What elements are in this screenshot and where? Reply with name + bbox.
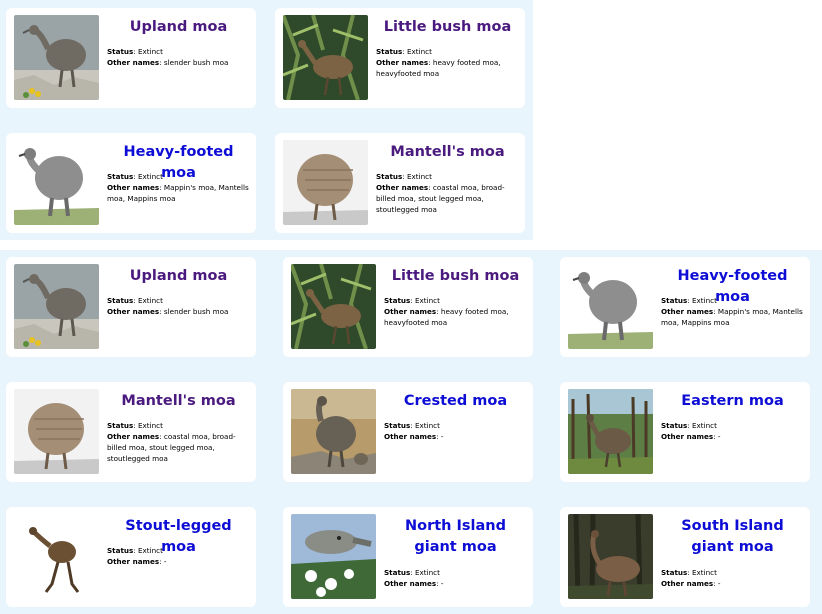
moa-card-mantells[interactable]: Mantell's moa Status: Extinct Other name…	[275, 133, 525, 233]
other-names-row: Other names: -	[661, 432, 721, 441]
other-names-value: slender bush moa	[163, 307, 229, 316]
heavy-footed-moa-image	[568, 264, 653, 349]
other-names-value: -	[440, 432, 444, 441]
status-value: Extinct	[415, 421, 440, 430]
status-value: Extinct	[692, 296, 717, 305]
other-names-row: Other names: Mappin's moa, Mantells moa,…	[107, 183, 249, 203]
moa-card-north-island-giant[interactable]: North Island giant moa Status: Extinct O…	[283, 507, 533, 607]
other-names-row: Other names: Mappin's moa, Mantells moa,…	[661, 307, 803, 327]
other-names-row: Other names: heavy footed moa, heavyfoot…	[376, 58, 501, 78]
moa-meta: Status: Extinct Other names: heavy foote…	[384, 295, 529, 328]
moa-meta: Status: Extinct Other names: -	[661, 420, 806, 442]
status-row: Status: Extinct	[661, 296, 717, 305]
moa-card-upland[interactable]: Upland moa Status: Extinct Other names: …	[6, 8, 256, 108]
other-names-value: slender bush moa	[163, 58, 229, 67]
other-names-row: Other names: -	[384, 432, 444, 441]
south-island-giant-moa-image	[568, 514, 653, 599]
status-row: Status: Extinct	[661, 568, 717, 577]
moa-meta: Status: Extinct Other names: coastal moa…	[107, 420, 252, 464]
status-row: Status: Extinct	[384, 421, 440, 430]
moa-meta: Status: Extinct Other names: slender bus…	[107, 295, 252, 317]
moa-meta: Status: Extinct Other names: -	[384, 420, 529, 442]
little-bush-moa-image	[283, 15, 368, 100]
other-names-row: Other names: slender bush moa	[107, 58, 229, 67]
other-names-row: Other names: heavy footed moa, heavyfoot…	[384, 307, 509, 327]
upland-moa-image	[14, 15, 99, 100]
moa-card-heavy-footed[interactable]: Heavy-footed moa Status: Extinct Other n…	[560, 257, 810, 357]
moa-name[interactable]: Eastern moa	[660, 391, 805, 412]
moa-meta: Status: Extinct Other names: Mappin's mo…	[661, 295, 806, 328]
moa-card-mantells[interactable]: Mantell's moa Status: Extinct Other name…	[6, 382, 256, 482]
moa-meta: Status: Extinct Other names: -	[661, 567, 806, 589]
other-names-row: Other names: -	[107, 557, 167, 566]
status-row: Status: Extinct	[384, 296, 440, 305]
crested-moa-image	[291, 389, 376, 474]
north-island-giant-moa-image	[291, 514, 376, 599]
moa-card-little-bush[interactable]: Little bush moa Status: Extinct Other na…	[283, 257, 533, 357]
moa-card-heavy-footed[interactable]: Heavy-footed moa Status: Extinct Other n…	[6, 133, 256, 233]
status-value: Extinct	[138, 546, 163, 555]
status-row: Status: Extinct	[107, 546, 163, 555]
status-value: Extinct	[138, 421, 163, 430]
moa-meta: Status: Extinct Other names: heavy foote…	[376, 46, 521, 79]
status-row: Status: Extinct	[107, 421, 163, 430]
moa-meta: Status: Extinct Other names: -	[107, 545, 252, 567]
status-value: Extinct	[407, 47, 432, 56]
moa-card-south-island-giant[interactable]: South Island giant moa Status: Extinct O…	[560, 507, 810, 607]
status-row: Status: Extinct	[376, 172, 432, 181]
top-grid-panel: Upland moa Status: Extinct Other names: …	[0, 0, 533, 240]
other-names-row: Other names: coastal moa, broad-billed m…	[107, 432, 236, 463]
status-row: Status: Extinct	[661, 421, 717, 430]
moa-meta: Status: Extinct Other names: slender bus…	[107, 46, 252, 68]
status-value: Extinct	[138, 172, 163, 181]
moa-meta: Status: Extinct Other names: -	[384, 567, 529, 589]
moa-card-stout-legged[interactable]: Stout-legged moa Status: Extinct Other n…	[6, 507, 256, 607]
moa-name[interactable]: South Island giant moa	[660, 516, 805, 558]
other-names-value: -	[440, 579, 444, 588]
status-row: Status: Extinct	[107, 296, 163, 305]
status-value: Extinct	[692, 568, 717, 577]
other-names-row: Other names: -	[661, 579, 721, 588]
moa-name[interactable]: Little bush moa	[375, 17, 520, 38]
moa-card-crested[interactable]: Crested moa Status: Extinct Other names:…	[283, 382, 533, 482]
status-value: Extinct	[407, 172, 432, 181]
moa-card-little-bush[interactable]: Little bush moa Status: Extinct Other na…	[275, 8, 525, 108]
status-value: Extinct	[692, 421, 717, 430]
other-names-row: Other names: slender bush moa	[107, 307, 229, 316]
moa-card-eastern[interactable]: Eastern moa Status: Extinct Other names:…	[560, 382, 810, 482]
moa-name[interactable]: Mantell's moa	[375, 142, 520, 163]
eastern-moa-image	[568, 389, 653, 474]
other-names-value: -	[717, 579, 721, 588]
status-value: Extinct	[415, 568, 440, 577]
little-bush-moa-image	[291, 264, 376, 349]
moa-card-upland[interactable]: Upland moa Status: Extinct Other names: …	[6, 257, 256, 357]
stout-legged-moa-image	[14, 514, 99, 599]
moa-name[interactable]: North Island giant moa	[383, 516, 528, 558]
status-value: Extinct	[138, 296, 163, 305]
status-row: Status: Extinct	[107, 172, 163, 181]
status-row: Status: Extinct	[376, 47, 432, 56]
moa-name[interactable]: Mantell's moa	[106, 391, 251, 412]
other-names-row: Other names: coastal moa, broad-billed m…	[376, 183, 505, 214]
status-value: Extinct	[415, 296, 440, 305]
status-row: Status: Extinct	[384, 568, 440, 577]
heavy-footed-moa-image	[14, 140, 99, 225]
moa-meta: Status: Extinct Other names: coastal moa…	[376, 171, 521, 215]
moa-name[interactable]: Little bush moa	[383, 266, 528, 287]
upland-moa-image	[14, 264, 99, 349]
mantells-moa-image	[283, 140, 368, 225]
status-row: Status: Extinct	[107, 47, 163, 56]
other-names-value: -	[717, 432, 721, 441]
status-value: Extinct	[138, 47, 163, 56]
moa-name[interactable]: Upland moa	[106, 266, 251, 287]
moa-name[interactable]: Upland moa	[106, 17, 251, 38]
other-names-value: -	[163, 557, 167, 566]
other-names-row: Other names: -	[384, 579, 444, 588]
bottom-grid-panel: Upland moa Status: Extinct Other names: …	[0, 250, 822, 614]
moa-name[interactable]: Crested moa	[383, 391, 528, 412]
mantells-moa-image	[14, 389, 99, 474]
moa-meta: Status: Extinct Other names: Mappin's mo…	[107, 171, 252, 204]
